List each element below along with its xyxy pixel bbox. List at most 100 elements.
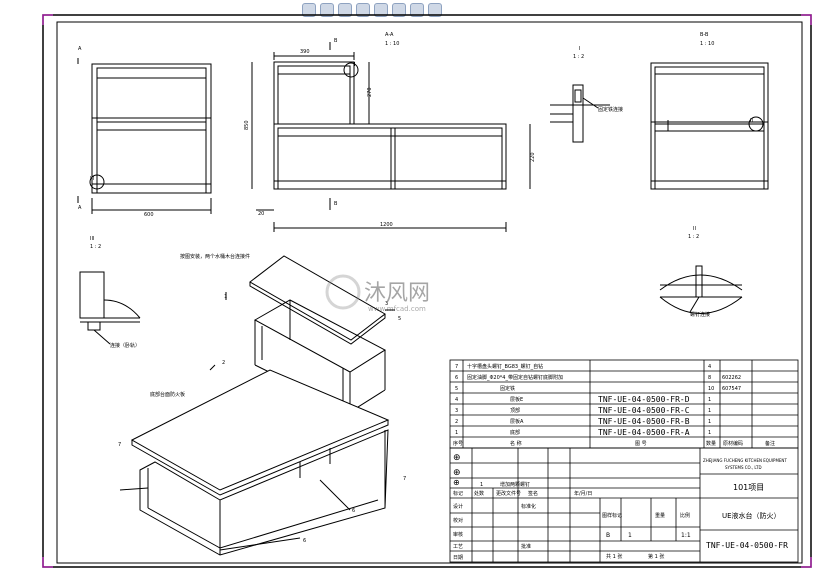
bom-qty: 8: [708, 375, 711, 381]
bom-code: TNF-UE-04-0500-FR-C: [598, 406, 690, 415]
signoff-audit: 审核: [453, 531, 463, 538]
balloon-2: 2: [222, 360, 225, 366]
detail-marker-i: I: [354, 62, 355, 68]
section-marker-b-bottom: B: [334, 201, 338, 207]
dim-20: 20: [258, 211, 264, 217]
bom-name: 十字槽盘头螺钉_BG83_螺钉_自钻: [467, 363, 543, 370]
rev-symbol-2: ⊕: [453, 468, 461, 478]
signoff-date: 日期: [453, 555, 463, 561]
rev-text: 增加两颗螺钉: [500, 481, 530, 488]
side-view: [251, 42, 531, 232]
rev-symbol-1: ⊕: [453, 453, 461, 463]
rev-header-count: 处数: [474, 490, 484, 497]
detail-ii: [659, 265, 743, 314]
signoff-check: 校对: [453, 517, 463, 524]
sheet-number: 第 1 张: [648, 553, 664, 560]
rev-header-date: 年/月/日: [574, 490, 592, 497]
bom-no: 2: [455, 419, 458, 425]
signoff-process: 工艺: [453, 544, 463, 550]
part-title: UE液水台（防火）: [722, 511, 781, 520]
dim-600: 600: [144, 212, 154, 218]
dim-220: 220: [530, 152, 536, 162]
detail-iii-label: III: [90, 236, 94, 242]
scale-value: 1:1: [681, 532, 691, 539]
section-aa-scale: 1 : 10: [385, 41, 399, 47]
front-view: [77, 58, 212, 214]
stage-value: B: [606, 532, 610, 539]
balloon-5: 5: [398, 316, 401, 322]
bom-name: 顶部: [510, 407, 520, 414]
rev-symbol-3: ⊕: [453, 478, 460, 487]
bom-no: 7: [455, 364, 458, 370]
bom-name: 底部: [510, 429, 520, 436]
bom-no: 1: [455, 430, 458, 436]
detail-iii-callout: 连接（卧轨）: [110, 342, 140, 349]
sheet-count: 共 1 张: [606, 553, 622, 560]
bom-name: 固定油脚_Φ20*4_带固定自钻螺钉底脚附加: [467, 374, 563, 381]
scale-label: 比例: [680, 512, 690, 519]
bom-qty: 1: [708, 430, 711, 436]
company-line-2: SYSTEMS CO., LTD: [725, 465, 762, 470]
detail-i-callout: 固定铁连接: [598, 106, 623, 113]
bom-qty: 1: [708, 397, 711, 403]
watermark-url: www.mfcad.com: [368, 305, 426, 313]
weight-label: 重量: [655, 512, 665, 519]
bom-name: 层板A: [510, 418, 524, 425]
stage-label: 图样标记: [602, 512, 622, 519]
bom-qty: 1: [708, 419, 711, 425]
bom-no: 4: [455, 397, 458, 403]
bom-header: 序号 名 称 图 号 数量 原材编码 备注: [453, 440, 775, 447]
bom-note: 602262: [722, 375, 741, 381]
bom-code: TNF-UE-04-0500-FR-D: [598, 395, 690, 404]
bom-code: TNF-UE-04-0500-FR-B: [598, 417, 690, 426]
stage-num: 1: [628, 532, 632, 539]
dim-1200: 1200: [380, 222, 393, 228]
bom-row: 7 十字槽盘头螺钉_BG83_螺钉_自钻 4: [455, 363, 711, 370]
section-bb-label: B-B: [700, 32, 709, 38]
bom-qty: 1: [708, 408, 711, 414]
bom-header-note: 备注: [765, 440, 775, 447]
bom-no: 5: [455, 386, 458, 392]
dim-850: 850: [244, 120, 250, 130]
signoff-standard: 标准化: [521, 503, 536, 510]
detail-i-label: I: [579, 46, 580, 52]
rev-header-sign: 签名: [528, 490, 538, 497]
rev-mark: 1: [480, 482, 483, 488]
bom-header-mat: 原材编码: [723, 440, 743, 447]
detail-i-scale: 1 : 2: [573, 54, 584, 60]
company-line-1: ZHEJIANG FUCHENG KITCHEN EQUIPMENT: [703, 458, 787, 463]
bom-no: 3: [455, 408, 458, 414]
detail-ii-callout: 螺钉连接: [690, 311, 710, 318]
bom-row: 6 固定油脚_Φ20*4_带固定自钻螺钉底脚附加 8 602262: [455, 374, 741, 381]
bom-row: 4 层板E TNF-UE-04-0500-FR-D 1: [455, 395, 711, 404]
bom-rows: 7 十字槽盘头螺钉_BG83_螺钉_自钻 4 6 固定油脚_Φ20*4_带固定自…: [453, 363, 775, 447]
dim-390: 390: [300, 49, 310, 55]
drawing-number: TNF-UE-04-0500-FR: [706, 541, 788, 550]
balloon-7b: 7: [118, 442, 121, 448]
bom-code: TNF-UE-04-0500-FR-A: [598, 428, 690, 437]
signoff-approve: 批准: [521, 543, 531, 550]
detail-i: [550, 84, 610, 143]
dim-270: 270: [367, 87, 373, 97]
rev-header-mark: 标记: [453, 490, 463, 497]
bom-header-name: 名 称: [510, 440, 522, 447]
balloon-1: 1: [224, 294, 227, 300]
bom-header-no: 序号: [453, 440, 463, 447]
bom-name: 层板E: [510, 396, 523, 403]
detail-ii-scale: 1 : 2: [688, 234, 699, 240]
bom-note: 607547: [722, 386, 741, 392]
section-marker-b-top: B: [334, 38, 338, 44]
section-marker-a-bottom: A: [78, 205, 82, 211]
bom-header-code: 图 号: [635, 441, 647, 447]
detail-iii: [79, 271, 141, 345]
balloon-6b: 6: [352, 508, 355, 514]
rev-header-doc: 更改文件号: [496, 490, 521, 497]
section-bb-scale: 1 : 10: [700, 41, 714, 47]
bom-qty: 10: [708, 386, 714, 392]
section-marker-a-top: A: [78, 46, 82, 52]
section-bb-view: [650, 62, 769, 190]
bom-no: 6: [455, 375, 458, 381]
watermark-brand: 沐风网: [364, 281, 430, 306]
bom-name: 固定铁: [500, 385, 515, 392]
detail-ii-label: II: [693, 226, 696, 232]
